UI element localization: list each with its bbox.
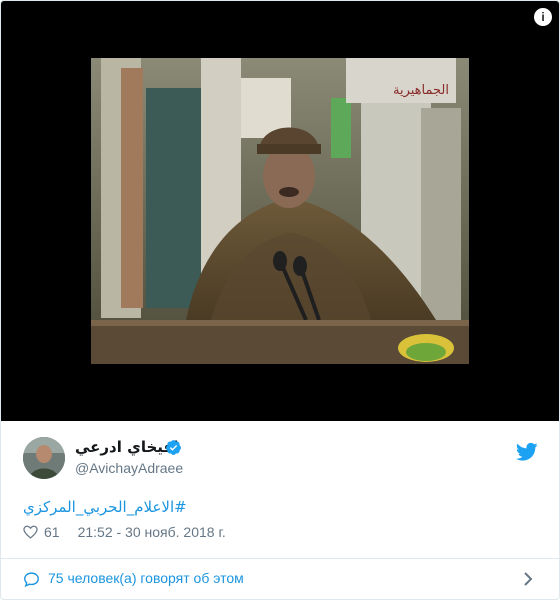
verified-badge-icon [166,440,181,455]
video-still-image[interactable]: الجماهيرية [91,58,469,364]
avatar[interactable] [23,437,65,479]
author-handle[interactable]: @AvichayAdraee [75,460,183,476]
tweet-meta-row: 61 21:52 - 30 нояб. 2018 г. [23,524,226,540]
tweet-media[interactable]: i الجماهيرية [1,1,559,421]
info-icon[interactable]: i [534,8,552,26]
tweet-header: افيخاي ادرعي @AvichayAdraee [23,437,533,479]
author-display-name[interactable]: افيخاي ادرعي [75,438,178,456]
tweet-hashtag-link[interactable]: #الاعلام_الحربي_المركزي [23,498,187,516]
conversation-link[interactable]: 75 человек(а) говорят об этом [1,559,559,599]
tweet-timestamp[interactable]: 21:52 - 30 нояб. 2018 г. [78,524,226,540]
speech-bubble-icon [24,572,39,588]
embedded-tweet-card: i الجماهيرية افيخاي ادرعي @AvichayAdraee… [0,0,560,600]
heart-icon[interactable] [23,525,38,539]
like-count[interactable]: 61 [44,524,60,540]
channel-logo-text: الجماهيرية [393,83,449,98]
conversation-text: 75 человек(а) говорят об этом [48,570,244,586]
twitter-bird-icon[interactable] [516,442,538,462]
chevron-right-icon [524,572,533,586]
